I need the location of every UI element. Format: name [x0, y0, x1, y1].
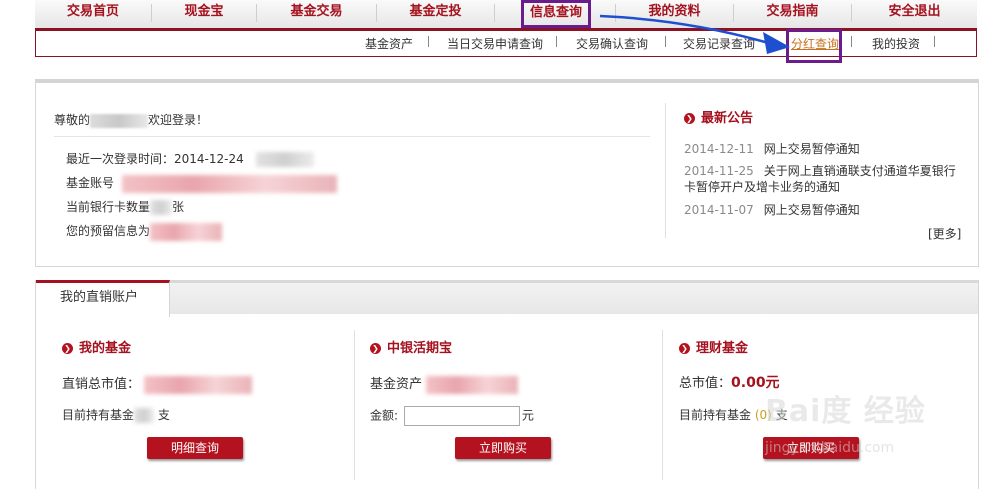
subnav-trade-records[interactable]: 交易记录查询 — [683, 35, 755, 52]
nav-trading-guide[interactable]: 交易指南 — [734, 0, 851, 28]
subnav-divider — [665, 36, 666, 47]
cash-treasure-title: 中银活期宝 — [387, 341, 453, 356]
buy-now-button[interactable]: 立即购买 — [455, 437, 551, 459]
notice-item[interactable]: 2014-11-07 网上交易暂停通知 — [684, 202, 964, 218]
amount-input[interactable] — [403, 406, 520, 426]
chevron-right-icon: ❯ — [679, 343, 690, 354]
divider — [54, 136, 650, 137]
fund-account-label: 基金账号 — [66, 176, 115, 190]
redacted-holding-count — [134, 408, 155, 423]
my-funds-title: 我的基金 — [79, 341, 132, 356]
watermark-logo: Bai度 经验 — [765, 394, 926, 429]
nav-home[interactable]: 交易首页 — [35, 0, 151, 28]
welcome-suffix: 欢迎登录！ — [148, 113, 209, 127]
bank-card-count-label: 当前银行卡数量 — [66, 200, 151, 214]
my-funds-heading: ❯ 我的基金 — [62, 337, 131, 356]
account-tabbar: 我的直销账户 — [36, 280, 978, 317]
notice-date: 2014-11-25 — [684, 164, 754, 178]
redacted-login-time — [255, 152, 314, 167]
divider — [662, 330, 663, 480]
chevron-right-icon: ❯ — [370, 343, 381, 354]
subnav-divider — [556, 36, 557, 47]
subnav-daily-applications[interactable]: 当日交易申请查询 — [447, 35, 543, 52]
reserved-info-label: 您的预留信息为 — [66, 224, 151, 238]
nav-divider — [494, 4, 495, 22]
tab-direct-account[interactable]: 我的直销账户 — [36, 280, 170, 317]
notice-item[interactable]: 2014-11-25 关于网上直销通联支付通道华夏银行卡暂停开户及增卡业务的通知 — [684, 163, 964, 195]
notices-title: 最新公告 — [701, 111, 754, 126]
wealth-holding-label: 目前持有基金 — [679, 408, 752, 422]
notice-text: 网上交易暂停通知 — [763, 142, 860, 156]
nav-logout[interactable]: 安全退出 — [852, 0, 977, 28]
notice-text: 网上交易暂停通知 — [763, 203, 860, 217]
redacted-reserved-info — [150, 222, 223, 241]
last-login-row: 最近一次登录时间：2014-12-24 — [66, 150, 314, 167]
welcome-message: 尊敬的 欢迎登录！ — [54, 111, 208, 128]
redacted-card-count — [150, 200, 173, 215]
redacted-cash-asset — [426, 375, 519, 394]
welcome-panel: 尊敬的 欢迎登录！ 最近一次登录时间：2014-12-24 基金账号 当前银行卡数… — [35, 79, 979, 267]
chevron-right-icon: ❯ — [62, 343, 73, 354]
subnav-trade-confirmations[interactable]: 交易确认查询 — [576, 35, 648, 52]
notice-date: 2014-12-11 — [684, 142, 754, 156]
fund-account-row: 基金账号 — [66, 174, 337, 193]
direct-total-label: 直销总市值： — [62, 377, 141, 392]
redacted-fund-account — [121, 174, 337, 193]
welcome-prefix: 尊敬的 — [54, 113, 91, 127]
amount-row: 金额: 元 — [370, 406, 534, 426]
notice-item[interactable]: 2014-12-11 网上交易暂停通知 — [684, 141, 964, 157]
cash-treasure-heading: ❯ 中银活期宝 — [370, 337, 452, 356]
subnav-my-investments[interactable]: 我的投资 — [872, 35, 920, 52]
subnav-divider — [428, 36, 429, 47]
nav-cash-treasure[interactable]: 现金宝 — [152, 0, 256, 28]
redacted-username — [90, 113, 149, 128]
subnav-divider — [851, 36, 852, 47]
holding-label: 目前持有基金 — [62, 408, 135, 422]
bank-card-count-unit: 张 — [172, 200, 185, 214]
subnav-divider — [934, 36, 935, 47]
wealth-fund-heading: ❯ 理财基金 — [679, 337, 748, 356]
notices-heading: ❯ 最新公告 — [684, 107, 753, 126]
bank-card-count-row: 当前银行卡数量 张 — [66, 198, 184, 215]
redacted-direct-total — [144, 375, 253, 394]
holding-unit: 支 — [157, 408, 170, 422]
subnav-fund-assets[interactable]: 基金资产 — [365, 35, 413, 52]
amount-unit: 元 — [521, 408, 534, 423]
my-funds-holding-row: 目前持有基金 支 — [62, 406, 170, 423]
amount-label: 金额: — [370, 408, 399, 423]
divider — [665, 103, 666, 238]
watermark-url: jingyan.baidu.com — [765, 440, 895, 456]
last-login-date: 2014-12-24 — [174, 152, 244, 166]
chevron-right-icon: ❯ — [684, 113, 695, 124]
baidu-watermark: Bai度 经验 jingyan.baidu.com — [765, 378, 985, 468]
divider — [354, 330, 355, 480]
reserved-info-row: 您的预留信息为 — [66, 222, 223, 241]
nav-info-query[interactable]: 信息查询 — [521, 0, 591, 28]
nav-my-profile[interactable]: 我的资料 — [616, 0, 733, 28]
wealth-total-label: 总市值： — [679, 376, 732, 391]
annotation-highlight-box — [786, 29, 842, 63]
cash-asset-label: 基金资产 — [370, 377, 423, 392]
notice-date: 2014-11-07 — [684, 203, 754, 217]
main-nav: 交易首页 现金宝 基金交易 基金定投 信息查询 我的资料 交易指南 安全退出 — [35, 0, 977, 31]
detail-query-button[interactable]: 明细查询 — [147, 437, 243, 459]
cash-asset-row: 基金资产 — [370, 373, 519, 394]
wealth-fund-title: 理财基金 — [696, 341, 749, 356]
nav-fixed-investment[interactable]: 基金定投 — [377, 0, 494, 28]
direct-total-row: 直销总市值： — [62, 373, 253, 394]
nav-fund-trading[interactable]: 基金交易 — [257, 0, 376, 28]
more-link[interactable]: [更多] — [928, 225, 961, 242]
last-login-label: 最近一次登录时间： — [66, 152, 175, 166]
